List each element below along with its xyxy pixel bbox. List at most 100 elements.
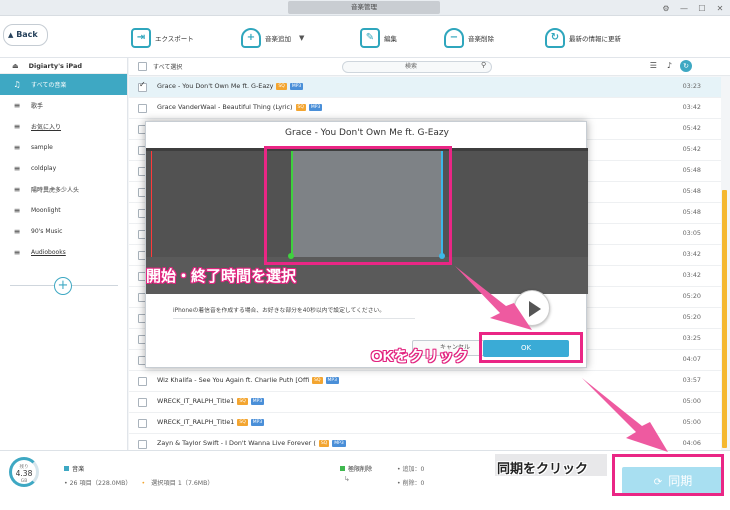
device-name: Digiarty's iPad xyxy=(28,61,83,70)
mp3-badge: MP3 xyxy=(325,377,340,384)
song-duration: 03:42 xyxy=(682,103,701,111)
song-title: WRECK_IT_RALPH_Title1 xyxy=(157,418,235,426)
sidebar-item-coldplay[interactable]: ≡ coldplay xyxy=(0,158,127,179)
table-row[interactable]: Wiz Khalifa - See You Again ft. Charlie … xyxy=(129,371,721,392)
song-title-group: WRECK_IT_RALPH_Title1 SQ MP3 xyxy=(157,418,265,426)
remove-count-text: 削除：0 xyxy=(402,480,425,487)
sidebar-item-favorites[interactable]: ≡ お気に入り xyxy=(0,116,127,137)
song-duration: 05:00 xyxy=(682,397,701,405)
eject-icon[interactable]: ⏏ xyxy=(12,62,19,70)
row-checkbox[interactable] xyxy=(138,398,147,407)
playlist-icon: ≡ xyxy=(13,185,21,194)
sq-badge: SQ xyxy=(276,83,287,90)
capacity-gauge: 残り 4.38 GB xyxy=(9,457,39,487)
play-button[interactable] xyxy=(514,290,550,326)
sidebar-item-artists[interactable]: ≡ 歌手 xyxy=(0,95,127,116)
delete-music-icon: − xyxy=(444,28,464,48)
export-button[interactable]: ⇥ エクスポート xyxy=(131,26,194,50)
window-title: 音楽管理 xyxy=(288,1,440,14)
sidebar-item-moonlight[interactable]: ≡ Moonlight xyxy=(0,200,127,221)
mp3-badge: MP3 xyxy=(308,104,323,111)
back-button[interactable]: ▲ Back xyxy=(3,24,48,46)
edit-button[interactable]: ✎ 編集 xyxy=(360,26,397,50)
minimize-icon[interactable]: — xyxy=(678,4,690,13)
sq-badge: SQ xyxy=(318,440,330,447)
song-title: Wiz Khalifa - See You Again ft. Charlie … xyxy=(157,376,310,384)
table-row[interactable]: WRECK_IT_RALPH_Title1 SQ MP3 05:00 xyxy=(129,392,721,413)
minus-icon: • xyxy=(397,480,401,487)
playlist-icon: ≡ xyxy=(13,206,21,215)
sidebar-item-all-music[interactable]: ♫ すべての音楽 xyxy=(0,74,127,95)
sidebar-item-label: 90's Music xyxy=(31,228,63,235)
sidebar-item-label: sample xyxy=(31,144,53,151)
list-view-icon[interactable]: ☰ xyxy=(650,61,657,70)
song-duration: 05:48 xyxy=(682,208,701,216)
itunes-sync-icon[interactable]: ↻ xyxy=(680,60,692,72)
add-count: • 追加：0 xyxy=(397,464,424,473)
table-row[interactable]: Zayn & Taylor Swift - I Don't Wanna Live… xyxy=(129,434,721,450)
refresh-button[interactable]: ↻ 最新の情報に更新 xyxy=(545,26,621,50)
return-arrow-icon: ↳ xyxy=(344,475,350,483)
delete-summary: 極限削除 xyxy=(340,464,372,473)
select-all-label: すべて選択 xyxy=(153,64,183,71)
sidebar-item-playlist-cn[interactable]: ≡ 陽時異虎多少人头 xyxy=(0,179,127,200)
add-music-label: 音楽追加 xyxy=(265,35,291,43)
song-title-group: Grace - You Don't Own Me ft. G-Eazy SQ MP3 xyxy=(157,82,304,90)
close-icon[interactable]: ✕ xyxy=(714,4,726,13)
annotation-sync: 同期をクリック xyxy=(497,461,589,476)
sort-artist-icon[interactable]: ♪ xyxy=(667,61,672,70)
search-input[interactable]: 検索 xyxy=(342,61,492,73)
headphones-icon: ♫ xyxy=(13,80,21,89)
sidebar-item-audiobooks[interactable]: ≡ Audiobooks xyxy=(0,242,127,263)
sidebar-item-label: coldplay xyxy=(31,165,57,172)
row-checkbox[interactable] xyxy=(138,104,147,113)
song-duration: 05:20 xyxy=(682,292,701,300)
delete-music-button[interactable]: − 音楽削除 xyxy=(444,26,494,50)
maximize-icon[interactable]: ☐ xyxy=(696,4,708,13)
settings-gear-icon[interactable]: ⚙ xyxy=(660,4,672,13)
delete-label: 音楽削除 xyxy=(468,35,494,43)
song-duration: 03:05 xyxy=(682,229,701,237)
table-row[interactable]: ✓ Grace - You Don't Own Me ft. G-Eazy SQ MP… xyxy=(129,77,721,98)
divider xyxy=(173,318,415,319)
dialog-description: iPhoneの着信音を作成する場合、お好きな部分を40秒以内で設定してください。 xyxy=(173,308,386,314)
row-checkbox[interactable] xyxy=(138,419,147,428)
sq-badge: SQ xyxy=(237,398,248,405)
table-row[interactable]: Grace VanderWaal - Beautiful Thing (Lyri… xyxy=(129,98,721,119)
song-duration: 03:25 xyxy=(682,334,701,342)
search-icon[interactable]: ⚲ xyxy=(481,61,486,69)
sidebar-item-label: Audiobooks xyxy=(31,249,66,256)
check-icon: ✓ xyxy=(139,80,146,89)
playlist-icon: ≡ xyxy=(13,122,21,131)
playlist-icon: ≡ xyxy=(13,164,21,173)
export-label: エクスポート xyxy=(155,35,194,43)
select-all-checkbox[interactable] xyxy=(138,62,147,71)
sidebar-item-label: すべての音楽 xyxy=(31,82,67,89)
sidebar-item-90s-music[interactable]: ≡ 90's Music xyxy=(0,221,127,242)
scrollbar[interactable] xyxy=(722,190,727,448)
capacity-unit: GB xyxy=(20,479,28,484)
sidebar-item-label: 陽時異虎多少人头 xyxy=(31,187,80,194)
edit-label: 編集 xyxy=(384,35,397,43)
song-duration: 03:42 xyxy=(682,250,701,258)
plus-icon: • xyxy=(397,466,401,473)
music-color-swatch xyxy=(64,466,69,471)
mp3-badge: MP3 xyxy=(289,83,304,90)
song-duration: 05:42 xyxy=(682,124,701,132)
row-checkbox[interactable] xyxy=(138,440,147,449)
add-dropdown-chevron-icon[interactable]: ▼ xyxy=(299,34,304,42)
music-label: 音楽 xyxy=(72,466,85,473)
play-icon xyxy=(529,301,541,317)
row-checkbox[interactable] xyxy=(138,377,147,386)
dialog-title: Grace - You Don't Own Me ft. G-Eazy xyxy=(285,128,449,138)
mp3-badge: MP3 xyxy=(250,398,265,405)
song-title-group: Zayn & Taylor Swift - I Don't Wanna Live… xyxy=(157,439,346,447)
song-duration: 05:20 xyxy=(682,313,701,321)
song-duration: 03:23 xyxy=(682,82,701,90)
bullet-icon: • xyxy=(64,480,68,487)
add-playlist-plus-icon[interactable]: + xyxy=(54,277,72,295)
sidebar-item-sample[interactable]: ≡ sample xyxy=(0,137,127,158)
table-row[interactable]: WRECK_IT_RALPH_Title1 SQ MP3 05:00 xyxy=(129,413,721,434)
mp3-badge: MP3 xyxy=(250,419,265,426)
add-music-button[interactable]: + 音楽追加 ▼ xyxy=(241,26,304,50)
